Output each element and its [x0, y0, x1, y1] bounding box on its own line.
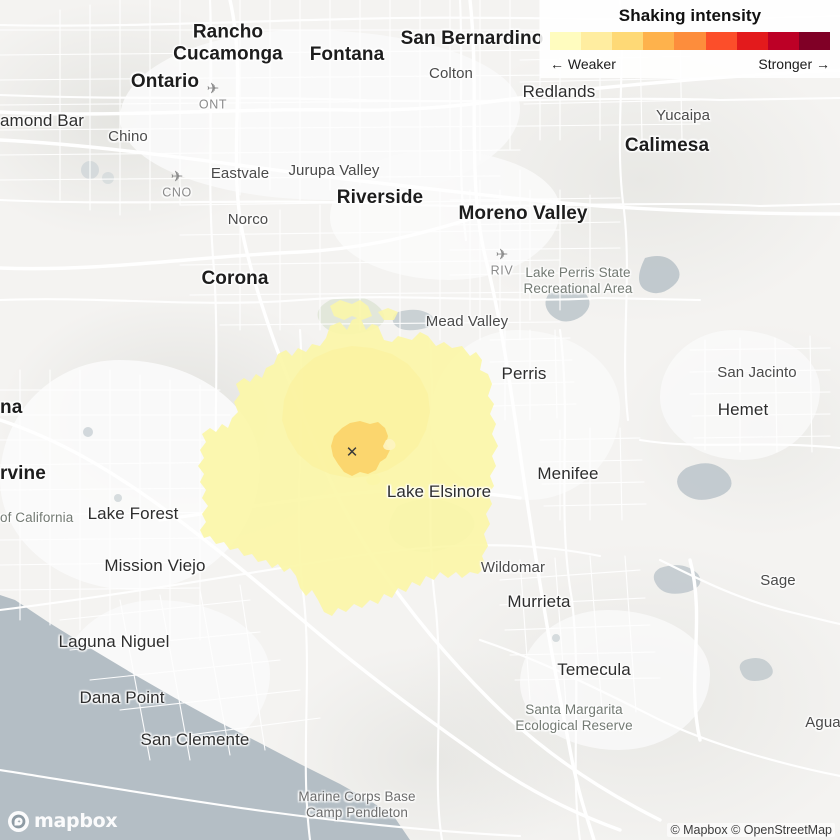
ont-airport-icon: ✈	[206, 80, 220, 98]
legend-swatch-4	[643, 32, 675, 50]
legend-swatch-2	[581, 32, 613, 50]
legend-swatch-5	[674, 32, 706, 50]
cno-airport-icon: ✈	[170, 168, 184, 186]
mapbox-wordmark: mapbox	[34, 810, 118, 832]
legend-weaker-label: ← Weaker	[550, 56, 616, 72]
legend-stronger-label: Stronger →	[758, 56, 830, 72]
legend-swatch-1	[550, 32, 582, 50]
mapbox-mark-icon	[8, 811, 29, 832]
shakemap-screenshot: ✕ ✈ ✈ ✈ Rancho Cucamonga Fontana San Berna…	[0, 0, 840, 840]
legend-swatch-6	[705, 32, 737, 50]
legend-swatch-7	[736, 32, 768, 50]
mapbox-logo[interactable]: mapbox	[8, 810, 118, 832]
legend-swatch-9	[798, 32, 830, 50]
riv-airport-icon: ✈	[495, 246, 509, 264]
epicenter-marker[interactable]: ✕	[344, 445, 360, 461]
map-attribution[interactable]: © Mapbox © OpenStreetMap	[667, 823, 835, 837]
legend-color-bar	[550, 32, 830, 50]
legend-swatch-3	[612, 32, 644, 50]
shaking-intensity-overlay	[198, 300, 498, 616]
legend-title: Shaking intensity	[618, 6, 762, 25]
legend-swatch-8	[767, 32, 799, 50]
shaking-intensity-legend: Shaking intensity ← Weaker Stronger →	[540, 0, 840, 78]
